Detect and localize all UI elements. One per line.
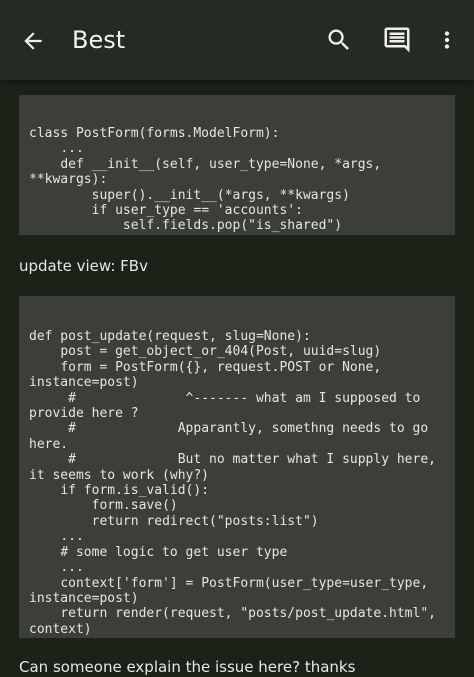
app-bar: Best xyxy=(0,0,474,80)
comments-icon xyxy=(384,27,410,53)
code-line: self.fields.pop("is_shared") xyxy=(29,218,343,234)
code-line: provide here ? xyxy=(29,406,139,422)
code-line: **kwargs): xyxy=(29,172,108,188)
code-line: return render(request, "posts/post_updat… xyxy=(29,606,436,622)
code-text: def post_update(request, slug=None): pos… xyxy=(29,296,445,637)
code-line: form.save() xyxy=(29,498,178,514)
search-icon xyxy=(328,29,349,50)
code-line: return redirect("posts:list") xyxy=(29,513,319,529)
code-line: context) xyxy=(29,621,92,637)
back-button[interactable] xyxy=(14,22,52,60)
code-line: # Apparantly, somethng needs to go xyxy=(29,421,429,437)
code-line: def __init__(self, user_type=None, *args… xyxy=(29,156,382,172)
code-line: # But no matter what I supply here, xyxy=(29,452,436,468)
search-button[interactable] xyxy=(321,22,357,58)
code-line: context['form'] = PostForm(user_type=use… xyxy=(29,575,429,591)
more-vert-icon xyxy=(444,31,450,49)
post-paragraph: update view: FBv xyxy=(19,257,148,275)
code-line: here. xyxy=(29,436,69,452)
code-line: ... xyxy=(29,141,84,157)
code-line: if user_type == 'accounts': xyxy=(29,203,303,219)
code-line: # some logic to get user type xyxy=(29,544,288,560)
code-line: ... xyxy=(29,529,84,545)
comments-button[interactable] xyxy=(379,22,415,58)
code-text: class PostForm(forms.ModelForm): ... def… xyxy=(29,95,445,234)
code-block-form: class PostForm(forms.ModelForm): ... def… xyxy=(19,95,455,235)
code-line: # ^------- what am I supposed to xyxy=(29,390,421,406)
code-line: instance=post) xyxy=(29,375,139,391)
code-line: form = PostForm({}, request.POST or None… xyxy=(29,359,382,375)
code-line: class PostForm(forms.ModelForm): xyxy=(29,126,280,141)
code-block-view: def post_update(request, slug=None): pos… xyxy=(19,296,455,638)
code-line: instance=post) xyxy=(29,590,139,606)
code-line: post = get_object_or_404(Post, uuid=slug… xyxy=(29,344,382,360)
page-title: Best xyxy=(72,26,126,54)
code-line: ... xyxy=(29,560,84,576)
post-content: class PostForm(forms.ModelForm): ... def… xyxy=(0,80,474,676)
arrow-back-icon xyxy=(24,32,42,50)
code-line: def post_update(request, slug=None): xyxy=(29,329,311,344)
code-line: if form.is_valid(): xyxy=(29,483,210,499)
more-options-button[interactable] xyxy=(432,22,462,58)
code-line: it seems to work (why?) xyxy=(29,467,210,483)
post-paragraph: Can someone explain the issue here? than… xyxy=(19,658,356,676)
code-line: super().__init__(*args, **kwargs) xyxy=(29,187,350,203)
